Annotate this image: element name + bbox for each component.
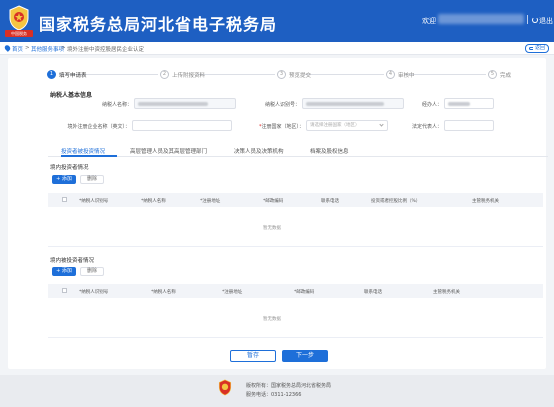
info-tabs: 投资者被投资情况 高层管理人员及其高层管理部门 决策人员及决策机构 档案及股权信… <box>48 145 548 157</box>
col-reg-address: *注册地址 <box>222 290 243 295</box>
legal-rep-label: 法定代表人： <box>411 124 442 130</box>
breadcrumb-separator: > <box>61 45 66 51</box>
logout-label: 退出 <box>539 17 553 25</box>
basic-info-title: 纳税人基本信息 <box>50 92 93 99</box>
reg-region-placeholder: 请选择注册国家（地区） <box>310 123 360 128</box>
tax-emblem-icon <box>218 379 232 396</box>
top-header: 中国税务 国家税务总局河北省电子税务局 欢迎 退出 <box>0 0 554 42</box>
breadcrumb-home[interactable]: 首页 <box>12 45 23 53</box>
user-name <box>438 14 524 24</box>
step-label: 完成 <box>500 73 512 79</box>
step-connector <box>305 74 384 75</box>
step-label: 审核中 <box>398 73 415 79</box>
redacted-value <box>138 102 208 106</box>
col-tax-authority: 主管税务机关 <box>433 290 460 295</box>
investors-table-header: *纳税人识别号 *纳税人名称 *注册地址 *邮政编码 联系电话 投资或者控股比例… <box>48 193 543 207</box>
col-phone: 联系电话 <box>364 290 382 295</box>
step-number: 1 <box>47 70 56 79</box>
tab-senior-management[interactable]: 高层管理人员及其高层管理部门 <box>130 147 207 155</box>
handler-label: 经办人： <box>421 102 442 108</box>
welcome-text: 欢迎 <box>422 17 436 25</box>
domestic-investees-title: 境内被投资者情况 <box>50 258 95 264</box>
section-divider <box>48 246 543 247</box>
add-investee-button[interactable]: + 添加 <box>52 267 76 276</box>
col-reg-address: *注册地址 <box>200 199 221 204</box>
chevron-down-icon <box>379 122 384 127</box>
tab-archive-equity[interactable]: 档案及股权信息 <box>310 147 349 155</box>
redacted-value <box>306 102 384 106</box>
foreign-name-label: 境外注册企业名称（英文）： <box>67 124 130 130</box>
taxpayer-name-label: 纳税人名称： <box>101 102 132 108</box>
taxpayer-id-field <box>302 98 404 109</box>
step-number: 2 <box>160 70 169 79</box>
step-label: 填写申请表 <box>59 73 87 79</box>
delete-investee-button[interactable]: 删除 <box>80 267 104 276</box>
col-taxpayer-name: *纳税人名称 <box>141 199 166 204</box>
logout-button[interactable]: 退出 <box>532 15 553 26</box>
col-postcode: *邮政编码 <box>294 290 315 295</box>
reg-region-select[interactable]: 请选择注册国家（地区） <box>306 120 388 131</box>
col-phone: 联系电话 <box>321 199 339 204</box>
breadcrumb-current: 境外注册中资控股居民企业认定 <box>67 47 145 53</box>
taxpayer-name-field <box>134 98 236 109</box>
redacted-value <box>448 102 470 106</box>
page-footer: 版权所有：国家税务总局河北省税务局 服务电话：0311-12366 <box>0 375 554 407</box>
col-postcode: *邮政编码 <box>263 199 284 204</box>
breadcrumb-other-services[interactable]: 其他服务事项 <box>31 45 64 53</box>
step-number: 5 <box>488 70 497 79</box>
col-taxpayer-id: *纳税人识别号 <box>79 290 109 295</box>
taxpayer-id-label: 纳税人识别号： <box>264 102 300 108</box>
back-label: 返回 <box>534 45 545 51</box>
section-divider <box>48 337 543 338</box>
investors-empty-state: 暂无数据 <box>263 226 281 231</box>
col-tax-authority: 主管税务机关 <box>472 199 499 204</box>
investees-table-header: *纳税人识别号 *纳税人名称 *注册地址 *邮政编码 联系电话 主管税务机关 <box>48 284 543 298</box>
step-number: 4 <box>386 70 395 79</box>
footer-hotline: 服务电话：0311-12366 <box>246 392 302 398</box>
site-title: 国家税务总局河北省电子税务局 <box>39 15 278 34</box>
col-holding-ratio: 投资或者控股比例（%） <box>371 199 421 204</box>
step-label: 上传附报资料 <box>172 73 206 79</box>
step-number: 3 <box>277 70 286 79</box>
footer-copyright: 版权所有：国家税务总局河北省税务局 <box>246 383 332 389</box>
legal-rep-input[interactable] <box>444 120 494 131</box>
tab-investor-info[interactable]: 投资者被投资情况 <box>61 147 105 155</box>
tab-decision-makers[interactable]: 决策人员及决策机构 <box>234 147 284 155</box>
active-tab-indicator <box>61 155 117 157</box>
investees-empty-state: 暂无数据 <box>263 317 281 322</box>
add-investor-button[interactable]: + 添加 <box>52 175 76 184</box>
next-step-button[interactable]: 下一步 <box>282 350 328 362</box>
step-label: 预览提交 <box>289 73 312 79</box>
breadcrumb: 首页 > 其他服务事项 > 境外注册中资控股居民企业认定 返回 <box>0 42 554 55</box>
breadcrumb-separator: > <box>25 45 30 51</box>
step-connector <box>405 74 486 75</box>
emblem-caption: 中国税务 <box>5 30 33 37</box>
back-arrow-icon <box>529 47 533 50</box>
foreign-name-input[interactable] <box>132 120 232 131</box>
power-icon <box>532 17 538 23</box>
reg-region-label: *注册国家（地区）： <box>258 124 304 130</box>
select-all-checkbox[interactable] <box>62 197 67 202</box>
col-taxpayer-name: *纳税人名称 <box>151 290 176 295</box>
step-connector <box>197 74 275 75</box>
col-taxpayer-id: *纳税人识别号 <box>79 199 109 204</box>
handler-field[interactable] <box>444 98 494 109</box>
delete-investor-button[interactable]: 删除 <box>80 175 104 184</box>
location-pin-icon <box>3 44 12 52</box>
domestic-investors-title: 境内投资者情况 <box>50 165 89 171</box>
back-button[interactable]: 返回 <box>525 44 549 53</box>
select-all-checkbox[interactable] <box>62 288 67 293</box>
header-divider <box>527 15 528 24</box>
tax-emblem-icon <box>9 5 29 31</box>
save-draft-button[interactable]: 暂存 <box>230 350 276 362</box>
